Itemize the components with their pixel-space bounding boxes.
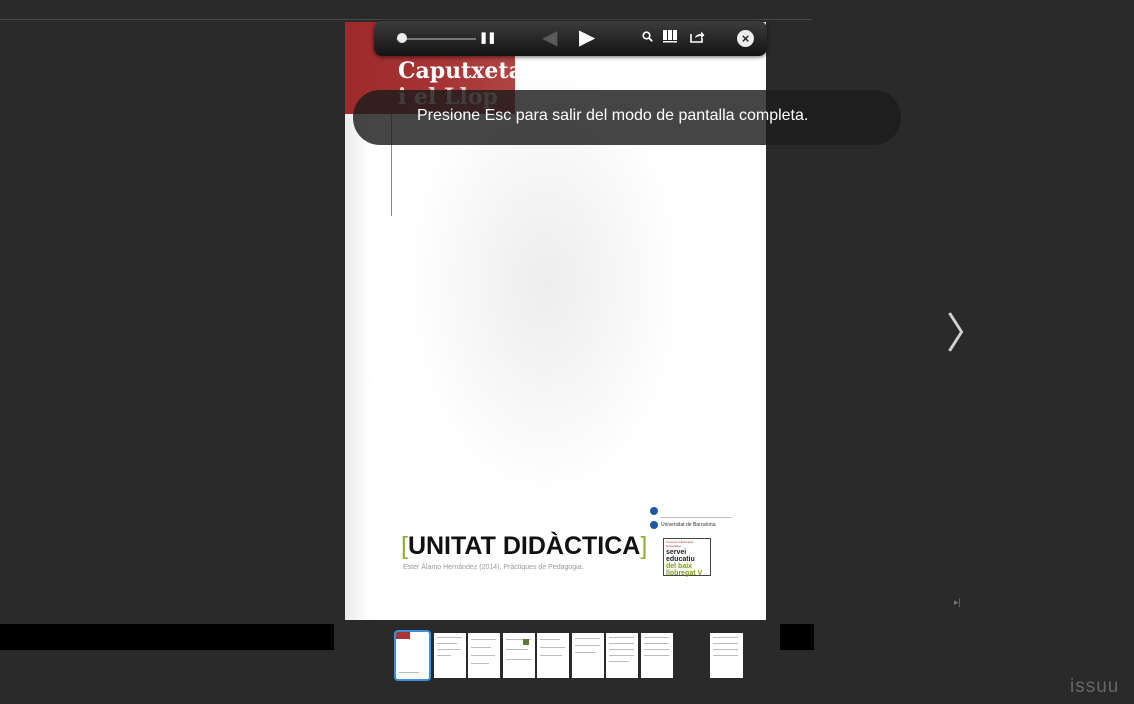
pages-icon[interactable] [663,30,679,45]
next-page-icon[interactable]: 〉 [946,300,988,361]
thumbnail-page-2[interactable] [434,633,466,678]
thumbnail-page-7[interactable] [606,633,638,678]
bracket-close: ] [640,532,648,560]
servei-logo-line1: servei [666,549,687,556]
play-icon[interactable]: ▶ [579,27,595,48]
thumbnail-page-6[interactable] [572,633,604,678]
issuu-logo[interactable]: issuu [1070,676,1119,698]
zoom-slider-handle[interactable] [397,33,407,43]
thumbnail-page-4[interactable] [503,633,535,678]
prev-page-icon[interactable]: ◀ [542,28,557,48]
thumbnail-page-3[interactable] [468,633,500,678]
ub-logo-mark [650,506,658,515]
thumbnail-page-9[interactable] [710,633,743,678]
servei-logo-line4: llobregat V [666,570,703,577]
ub-logo-text: Universitat de Barcelona [661,521,716,528]
ub-logo-mark-2 [650,520,658,529]
document-heading: [UNITAT DIDÀCTICA] [401,532,647,561]
viewer-toolbar: − ❚❚ ◀ ▶ × [374,21,767,56]
thumbnail-page-5[interactable] [537,633,569,678]
pause-icon[interactable]: ❚❚ [479,33,496,44]
search-icon[interactable] [642,31,653,44]
left-bar [0,624,334,650]
servei-logo-line3: del baix [666,563,693,570]
university-logo: Universitat de Barcelona [650,505,731,529]
thumbnail-page-8[interactable] [641,633,673,678]
servei-logo-line2: educatiu [666,556,695,563]
servei-logo-small: Consorci d'Educació Generalitat [666,540,694,548]
share-icon[interactable] [690,30,705,45]
last-page-icon[interactable]: ▸| [954,597,961,608]
servei-educatiu-logo: Consorci d'Educació Generalitat servei e… [663,538,711,577]
thumbnail-page-1[interactable] [394,630,431,681]
top-divider [0,19,812,20]
heading-text: UNITAT DIDÀCTICA [407,532,641,560]
zoom-slider[interactable] [406,38,476,40]
fullscreen-notice: Presione Esc para salir del modo de pant… [353,90,901,145]
right-bar [780,624,814,650]
bracket-open: [ [401,532,408,560]
document-credit: Ester Álamo Hernández (2014). Pràctiques… [403,564,584,571]
document-title-line1: Caputxeta [398,58,523,84]
close-icon[interactable]: × [737,30,754,47]
